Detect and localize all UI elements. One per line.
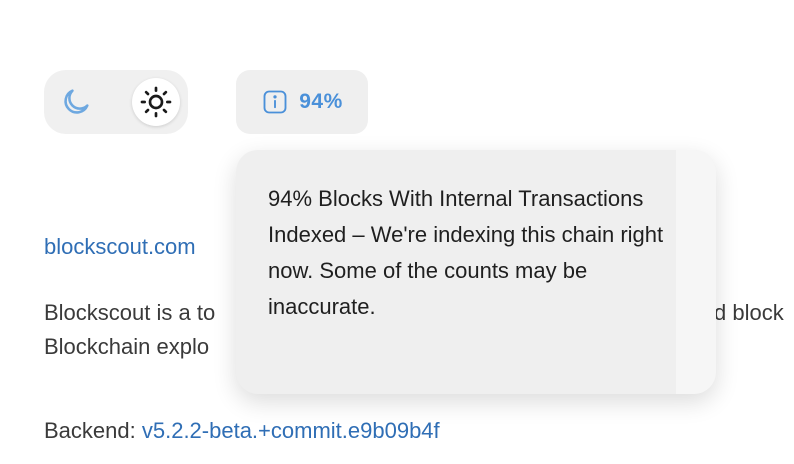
dark-mode-button[interactable]: [52, 78, 100, 126]
tooltip-text: 94% Blocks With Internal Transactions In…: [268, 186, 664, 319]
sun-icon: [140, 86, 172, 118]
light-mode-button[interactable]: [132, 78, 180, 126]
tooltip-scrollbar[interactable]: [676, 150, 716, 394]
blockscout-link[interactable]: blockscout.com: [44, 234, 196, 260]
indexing-percent: 94%: [299, 90, 343, 113]
backend-version-link[interactable]: v5.2.2-beta.+commit.e9b09b4f: [142, 418, 440, 443]
indexing-status-button[interactable]: 94%: [236, 70, 368, 134]
moon-icon: [64, 89, 89, 114]
indexing-tooltip: 94% Blocks With Internal Transactions In…: [236, 150, 716, 394]
theme-toggle: [44, 70, 188, 134]
backend-version: Backend: v5.2.2-beta.+commit.e9b09b4f: [44, 418, 440, 444]
description-line1-end: d block: [714, 300, 784, 325]
info-icon: [263, 90, 287, 114]
backend-label: Backend:: [44, 418, 136, 443]
description-line1-start: Blockscout is a to: [44, 300, 216, 325]
